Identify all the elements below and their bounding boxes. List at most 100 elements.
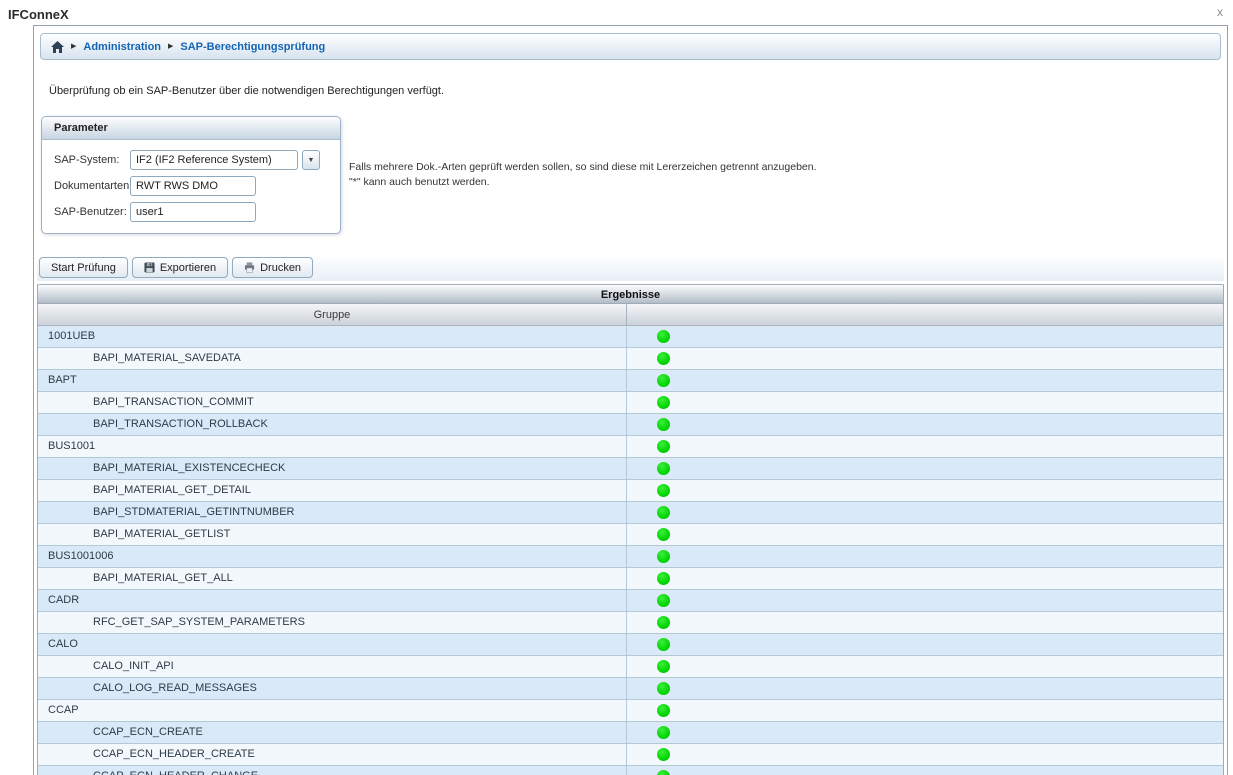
parameter-panel-title: Parameter xyxy=(42,117,340,140)
main-panel: ▶ Administration ▶ SAP-Berechtigungsprüf… xyxy=(33,25,1228,775)
group-cell: BUS1001006 xyxy=(38,546,627,567)
table-row[interactable]: BUS1001 xyxy=(38,436,1223,458)
table-row[interactable]: BAPT xyxy=(38,370,1223,392)
status-cell xyxy=(627,370,1223,391)
table-row[interactable]: CCAP_ECN_CREATE xyxy=(38,722,1223,744)
sap-system-dropdown-button[interactable]: ▼ xyxy=(302,150,320,170)
chevron-right-icon: ▶ xyxy=(168,42,173,52)
breadcrumb-item-sap-berechtigungspruefung[interactable]: SAP-Berechtigungsprüfung xyxy=(180,41,325,53)
start-pruefung-button[interactable]: Start Prüfung xyxy=(39,257,128,278)
status-dot xyxy=(657,462,670,475)
group-cell: CCAP xyxy=(38,700,627,721)
dokumentarten-label: Dokumentarten: xyxy=(46,180,130,192)
sap-system-combobox[interactable] xyxy=(130,150,298,170)
parameter-panel-body: SAP-System: ▼ Dokumentarten: SAP-Benutze… xyxy=(42,140,340,233)
table-row[interactable]: BAPI_MATERIAL_EXISTENCECHECK xyxy=(38,458,1223,480)
group-cell: BAPI_MATERIAL_GET_ALL xyxy=(38,568,627,589)
table-row[interactable]: 1001UEB xyxy=(38,326,1223,348)
status-cell xyxy=(627,348,1223,369)
status-dot xyxy=(657,770,670,775)
help-text-line1: Falls mehrere Dok.-Arten geprüft werden … xyxy=(349,160,817,175)
status-cell xyxy=(627,458,1223,479)
group-cell: BAPI_MATERIAL_GETLIST xyxy=(38,524,627,545)
sap-benutzer-label: SAP-Benutzer: xyxy=(46,206,130,218)
group-cell: BAPI_STDMATERIAL_GETINTNUMBER xyxy=(38,502,627,523)
status-cell xyxy=(627,700,1223,721)
intro-text: Überprüfung ob ein SAP-Benutzer über die… xyxy=(49,85,1227,97)
group-cell: CALO xyxy=(38,634,627,655)
table-row[interactable]: BUS1001006 xyxy=(38,546,1223,568)
status-dot xyxy=(657,748,670,761)
column-header-gruppe: Gruppe xyxy=(38,304,627,325)
dokumentarten-input[interactable] xyxy=(130,176,256,196)
table-row[interactable]: CCAP xyxy=(38,700,1223,722)
field-row-sap-benutzer: SAP-Benutzer: xyxy=(46,199,332,225)
group-cell: BAPT xyxy=(38,370,627,391)
table-row[interactable]: CADR xyxy=(38,590,1223,612)
status-cell xyxy=(627,722,1223,743)
group-cell: CADR xyxy=(38,590,627,611)
table-row[interactable]: CCAP_ECN_HEADER_CREATE xyxy=(38,744,1223,766)
group-cell: BAPI_TRANSACTION_COMMIT xyxy=(38,392,627,413)
status-cell xyxy=(627,546,1223,567)
table-row[interactable]: BAPI_TRANSACTION_COMMIT xyxy=(38,392,1223,414)
status-dot xyxy=(657,440,670,453)
column-header-status xyxy=(627,304,1223,325)
sap-benutzer-input[interactable] xyxy=(130,202,256,222)
status-cell xyxy=(627,414,1223,435)
status-dot xyxy=(657,484,670,497)
group-cell: CCAP_ECN_CREATE xyxy=(38,722,627,743)
table-row[interactable]: CALO xyxy=(38,634,1223,656)
status-cell xyxy=(627,568,1223,589)
table-row[interactable]: BAPI_STDMATERIAL_GETINTNUMBER xyxy=(38,502,1223,524)
home-icon[interactable] xyxy=(51,41,64,53)
status-dot xyxy=(657,506,670,519)
group-cell: BAPI_MATERIAL_GET_DETAIL xyxy=(38,480,627,501)
status-dot xyxy=(657,330,670,343)
group-cell: BUS1001 xyxy=(38,436,627,457)
status-dot xyxy=(657,572,670,585)
drucken-button[interactable]: Drucken xyxy=(232,257,313,278)
table-row[interactable]: CCAP_ECN_HEADER_CHANGE xyxy=(38,766,1223,775)
status-cell xyxy=(627,436,1223,457)
group-cell: BAPI_MATERIAL_EXISTENCECHECK xyxy=(38,458,627,479)
status-cell xyxy=(627,524,1223,545)
table-row[interactable]: BAPI_MATERIAL_SAVEDATA xyxy=(38,348,1223,370)
table-row[interactable]: CALO_LOG_READ_MESSAGES xyxy=(38,678,1223,700)
group-cell: CCAP_ECN_HEADER_CHANGE xyxy=(38,766,627,775)
field-row-dokumentarten: Dokumentarten: xyxy=(46,173,332,199)
status-cell xyxy=(627,678,1223,699)
status-cell xyxy=(627,480,1223,501)
results-table-column-headers: Gruppe xyxy=(38,304,1223,326)
close-icon[interactable]: x xyxy=(1217,6,1223,18)
results-table-title: Ergebnisse xyxy=(38,284,1223,304)
save-icon xyxy=(144,262,155,273)
parameter-section: Parameter SAP-System: ▼ Dokumentarten: S… xyxy=(41,116,1227,234)
table-row[interactable]: BAPI_MATERIAL_GET_DETAIL xyxy=(38,480,1223,502)
help-text-line2: "*" kann auch benutzt werden. xyxy=(349,175,817,190)
table-row[interactable]: BAPI_MATERIAL_GETLIST xyxy=(38,524,1223,546)
status-cell xyxy=(627,392,1223,413)
status-dot xyxy=(657,682,670,695)
status-dot xyxy=(657,726,670,739)
status-cell xyxy=(627,766,1223,775)
status-dot xyxy=(657,550,670,563)
table-row[interactable]: BAPI_MATERIAL_GET_ALL xyxy=(38,568,1223,590)
table-row[interactable]: CALO_INIT_API xyxy=(38,656,1223,678)
status-dot xyxy=(657,594,670,607)
status-cell xyxy=(627,656,1223,677)
breadcrumb-item-administration[interactable]: Administration xyxy=(83,41,161,53)
status-cell xyxy=(627,502,1223,523)
page-title: IFConneX xyxy=(8,7,69,22)
status-dot xyxy=(657,352,670,365)
table-row[interactable]: RFC_GET_SAP_SYSTEM_PARAMETERS xyxy=(38,612,1223,634)
results-table-body: 1001UEB BAPI_MATERIAL_SAVEDATA BAPT BAPI… xyxy=(38,326,1223,775)
status-dot xyxy=(657,616,670,629)
group-cell: BAPI_MATERIAL_SAVEDATA xyxy=(38,348,627,369)
exportieren-button-label: Exportieren xyxy=(160,262,216,274)
table-row[interactable]: BAPI_TRANSACTION_ROLLBACK xyxy=(38,414,1223,436)
help-text: Falls mehrere Dok.-Arten geprüft werden … xyxy=(349,160,817,234)
status-dot xyxy=(657,374,670,387)
exportieren-button[interactable]: Exportieren xyxy=(132,257,228,278)
group-cell: CALO_LOG_READ_MESSAGES xyxy=(38,678,627,699)
